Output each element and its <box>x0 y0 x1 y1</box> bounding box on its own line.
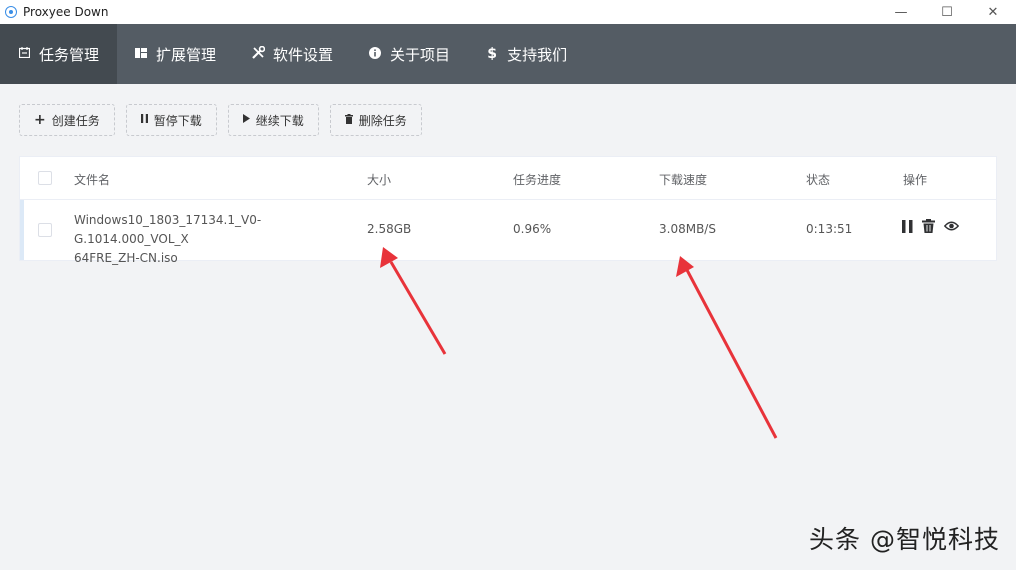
create-task-label: 创建任务 <box>51 113 100 128</box>
pause-download-button[interactable]: 暂停下载 <box>125 104 217 136</box>
nav-item-extensions[interactable]: 扩展管理 <box>117 24 234 84</box>
close-button[interactable]: ✕ <box>970 0 1016 24</box>
play-icon <box>242 114 250 126</box>
select-all-checkbox[interactable] <box>38 171 52 185</box>
arrow-to-size <box>380 247 447 355</box>
row-filename-line2: 64FRE_ZH-CN.iso <box>74 251 178 265</box>
resume-download-label: 继续下载 <box>255 113 304 128</box>
header-size: 大小 <box>367 173 392 187</box>
app-logo-icon <box>5 6 17 18</box>
resume-download-button[interactable]: 继续下载 <box>227 104 319 136</box>
task-icon <box>18 47 30 61</box>
row-size: 2.58GB <box>367 222 412 236</box>
nav-item-about[interactable]: 关于项目 <box>351 24 468 84</box>
pause-icon[interactable] <box>902 219 913 233</box>
eye-icon[interactable] <box>944 221 959 231</box>
create-task-button[interactable]: + 创建任务 <box>19 104 115 136</box>
watermark: 头条 @智悦科技 <box>809 525 1000 554</box>
nav-item-support[interactable]: $ 支持我们 <box>468 24 585 84</box>
info-icon <box>369 46 382 62</box>
delete-task-label: 删除任务 <box>358 113 407 128</box>
table-header: 文件名 大小 任务进度 下载速度 状态 操作 <box>20 157 996 200</box>
arrow-to-speed <box>676 256 778 439</box>
header-status: 状态 <box>806 173 831 187</box>
pause-icon <box>140 114 148 126</box>
window-controls: — ☐ ✕ <box>878 0 1016 24</box>
row-filename-line1: Windows10_1803_17134.1_V0-G.1014.000_VOL… <box>74 213 262 246</box>
task-toolbar: + 创建任务 暂停下载 继续下载 删除任务 <box>19 104 433 136</box>
dollar-icon: $ <box>487 46 497 62</box>
pause-download-label: 暂停下载 <box>153 113 202 128</box>
plus-icon: + <box>34 112 46 128</box>
nav-label-extensions: 扩展管理 <box>156 45 217 64</box>
tools-icon <box>252 45 266 62</box>
row-actions <box>902 219 968 233</box>
annotation-arrows <box>380 247 778 439</box>
window-title: Proxyee Down <box>23 5 109 19</box>
trash-icon <box>344 113 353 127</box>
main-nav: 任务管理 扩展管理 软件设置 关于项目 $ 支持我们 <box>0 24 1016 84</box>
title-bar: Proxyee Down — ☐ ✕ <box>0 0 1016 24</box>
row-checkbox[interactable] <box>38 223 52 237</box>
header-actions: 操作 <box>903 173 928 187</box>
nav-label-tasks: 任务管理 <box>39 45 100 64</box>
nav-label-support: 支持我们 <box>507 45 568 64</box>
row-filename: Windows10_1803_17134.1_V0-G.1014.000_VOL… <box>74 211 359 268</box>
puzzle-icon <box>135 47 148 62</box>
header-filename: 文件名 <box>74 173 111 187</box>
header-speed: 下载速度 <box>659 173 708 187</box>
delete-task-button[interactable]: 删除任务 <box>329 104 422 136</box>
nav-label-about: 关于项目 <box>390 45 451 64</box>
row-progress: 0.96% <box>513 222 552 236</box>
header-progress: 任务进度 <box>513 173 562 187</box>
minimize-button[interactable]: — <box>878 0 924 24</box>
row-speed: 3.08MB/S <box>659 222 716 236</box>
table-row[interactable]: Windows10_1803_17134.1_V0-G.1014.000_VOL… <box>20 200 996 265</box>
nav-item-tasks[interactable]: 任务管理 <box>0 24 118 84</box>
nav-item-settings[interactable]: 软件设置 <box>234 24 351 84</box>
row-status: 0:13:51 <box>806 222 853 236</box>
task-table: 文件名 大小 任务进度 下载速度 状态 操作 Windows10_1803_17… <box>19 156 997 265</box>
trash-icon[interactable] <box>922 219 935 233</box>
maximize-button[interactable]: ☐ <box>924 0 970 24</box>
nav-label-settings: 软件设置 <box>273 45 334 64</box>
